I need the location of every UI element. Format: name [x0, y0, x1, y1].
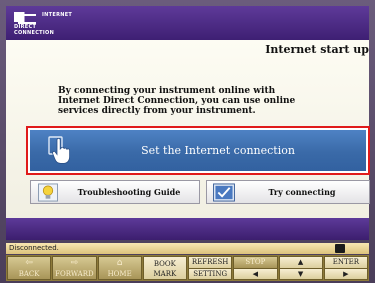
troubleshooting-guide-label: Troubleshooting Guide: [77, 187, 181, 197]
internet-direct-connection-logo: INTERNET DIRECT CONNECTION: [14, 12, 78, 36]
lightbulb-icon: [38, 183, 58, 202]
stop-left-group: STOP ◀: [233, 256, 278, 280]
forward-arrow-icon: ⇨: [70, 258, 79, 268]
lower-band: [6, 218, 369, 240]
set-internet-connection-label: Set the Internet connection: [141, 144, 295, 157]
try-connecting-button[interactable]: Try connecting: [206, 180, 370, 204]
back-arrow-icon: ⇦: [25, 258, 33, 268]
left-arrow-button[interactable]: ◀: [234, 268, 277, 279]
logo-line-2: DIRECT CONNECTION: [14, 24, 55, 36]
bookmark-label-bottom: MARK: [153, 270, 177, 278]
navigation-toolbar: ⇦ BACK ⇨ FORWARD ⌂ HOME BOOK MARK REFRES…: [6, 255, 369, 281]
screen-frame: INTERNET DIRECT CONNECTION Internet star…: [0, 0, 375, 283]
logo-mark-icon: [14, 12, 40, 24]
refresh-setting-group: REFRESH SETTING: [188, 256, 233, 280]
bookmark-label-top: BOOK: [153, 260, 176, 268]
stop-button[interactable]: STOP: [234, 257, 277, 268]
troubleshooting-guide-button[interactable]: Troubleshooting Guide: [30, 180, 200, 204]
home-label: HOME: [107, 270, 132, 278]
intro-text: By connecting your instrument online wit…: [58, 86, 296, 116]
home-icon: ⌂: [116, 258, 123, 268]
logo-line-1: INTERNET: [42, 12, 73, 18]
right-arrow-button[interactable]: ▶: [324, 268, 367, 279]
try-connecting-label: Try connecting: [268, 187, 336, 197]
up-down-group: ▲ ▼: [278, 256, 323, 280]
back-label: BACK: [18, 270, 40, 278]
set-internet-connection-button[interactable]: Set the Internet connection: [26, 126, 370, 175]
status-bar: Disconnected.: [6, 243, 369, 254]
page-title: Internet start up: [265, 43, 369, 56]
hand-pointer-icon: [48, 136, 70, 164]
forward-label: FORWARD: [55, 270, 94, 278]
content-area: Internet start up By connecting your ins…: [6, 40, 370, 218]
connect-check-icon: [213, 183, 235, 202]
bookmark-button[interactable]: BOOK MARK: [142, 256, 187, 280]
status-indicator-icon: [335, 244, 345, 253]
back-button[interactable]: ⇦ BACK: [7, 256, 52, 280]
enter-right-group: ENTER ▶: [323, 256, 368, 280]
forward-button[interactable]: ⇨ FORWARD: [52, 256, 97, 280]
set-internet-connection-button-face: Set the Internet connection: [30, 130, 366, 171]
header-bar: INTERNET DIRECT CONNECTION: [6, 6, 369, 40]
up-arrow-button[interactable]: ▲: [279, 257, 322, 268]
home-button[interactable]: ⌂ HOME: [97, 256, 142, 280]
setting-button[interactable]: SETTING: [189, 268, 232, 279]
refresh-button[interactable]: REFRESH: [189, 257, 232, 268]
enter-button[interactable]: ENTER: [324, 257, 367, 268]
down-arrow-button[interactable]: ▼: [279, 268, 322, 279]
connection-status-text: Disconnected.: [9, 244, 59, 252]
